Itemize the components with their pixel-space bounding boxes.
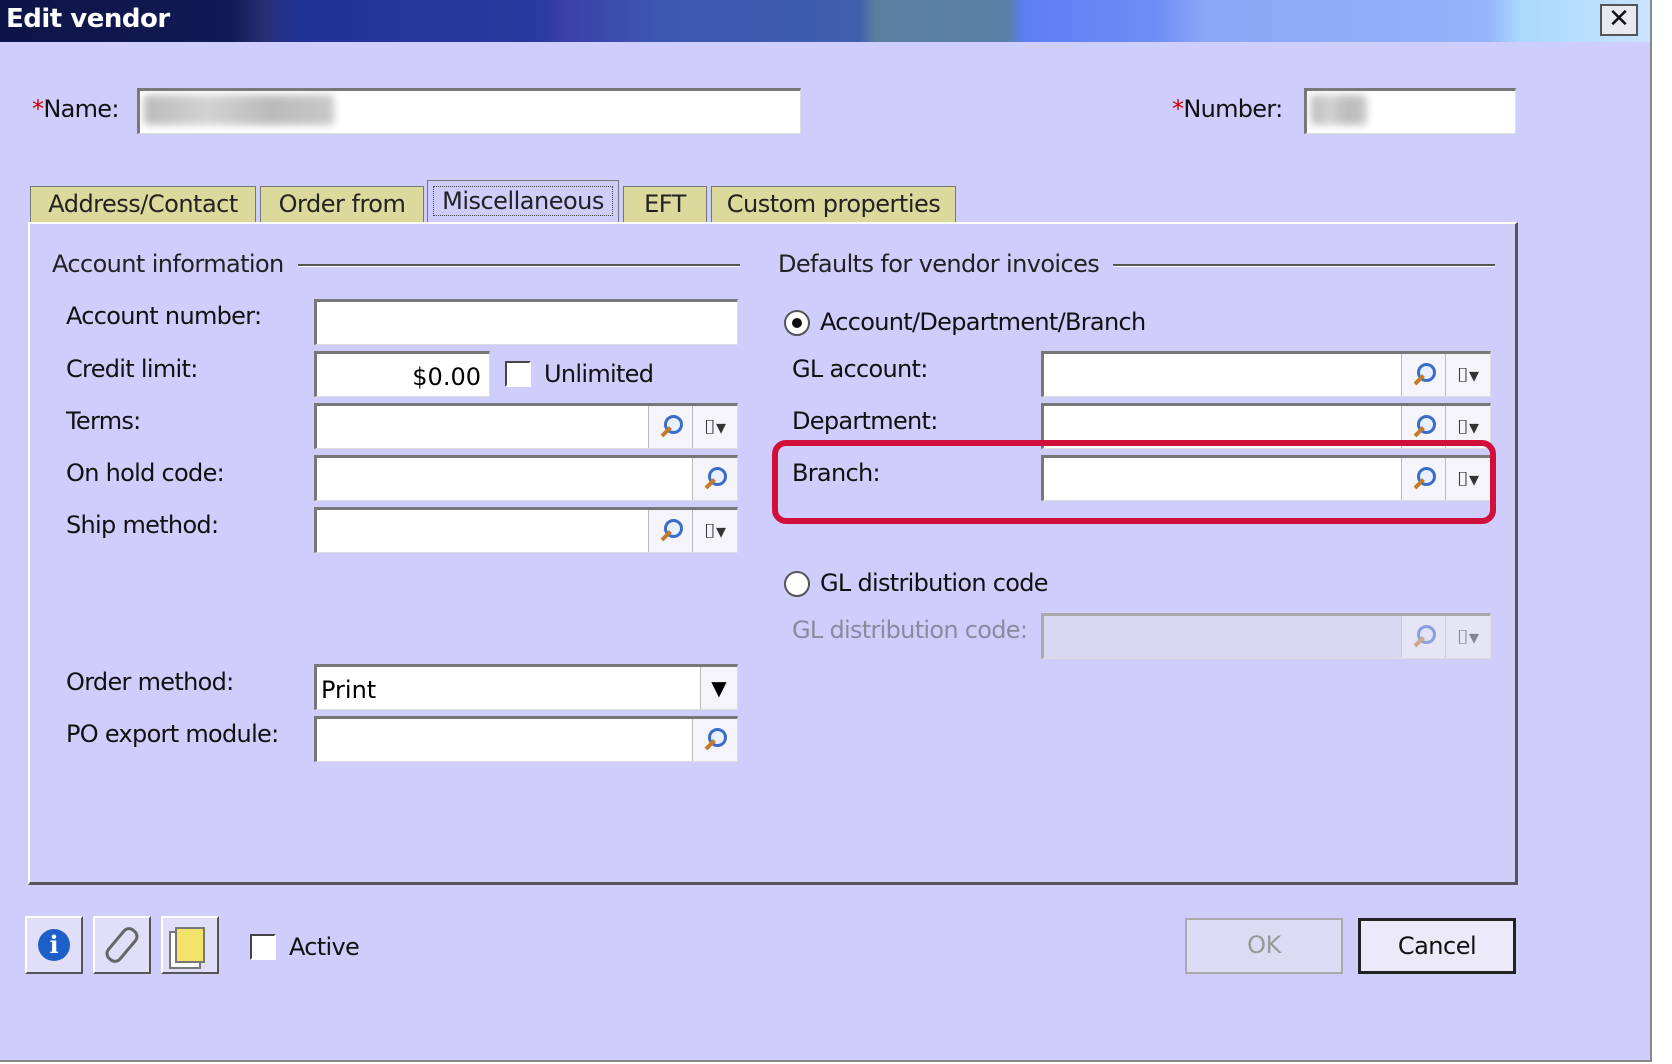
gl-distribution-code-radio[interactable]	[784, 571, 810, 597]
info-icon: i	[38, 929, 70, 961]
unlimited-checkbox[interactable]	[505, 361, 531, 387]
search-icon[interactable]	[692, 719, 737, 761]
ship-method-input[interactable]: ⌷▾	[314, 507, 738, 553]
dropdown-menu-icon[interactable]: ⌷▾	[692, 510, 737, 552]
search-icon[interactable]	[1401, 354, 1446, 396]
ok-button[interactable]: OK	[1185, 918, 1343, 974]
dropdown-menu-icon[interactable]: ⌷▾	[692, 406, 737, 448]
active-checkbox[interactable]	[250, 934, 276, 960]
gl-distribution-code-input: ⌷▾	[1041, 613, 1491, 659]
defaults-vendor-invoices-title: Defaults for vendor invoices	[778, 250, 1100, 278]
order-method-label: Order method:	[66, 668, 234, 696]
account-department-branch-radio[interactable]	[784, 310, 810, 336]
search-icon[interactable]	[648, 510, 693, 552]
credit-limit-label: Credit limit:	[66, 355, 198, 383]
po-export-module-input[interactable]	[314, 716, 738, 762]
notes-button[interactable]	[161, 916, 219, 974]
paperclip-icon	[102, 923, 142, 967]
account-department-branch-label: Account/Department/Branch	[820, 308, 1146, 336]
account-information-title: Account information	[52, 250, 284, 278]
tab-order-from[interactable]: Order from	[260, 186, 424, 222]
title-bar[interactable]: Edit vendor ✕	[0, 0, 1650, 42]
redacted-name	[144, 95, 334, 125]
gl-distribution-code-radio-label: GL distribution code	[820, 569, 1049, 597]
po-export-module-label: PO export module:	[66, 720, 279, 748]
name-label: *Name:	[32, 95, 119, 123]
order-method-select[interactable]: Print ▼	[314, 664, 738, 710]
unlimited-label: Unlimited	[544, 360, 654, 388]
tab-address-contact[interactable]: Address/Contact	[30, 186, 256, 222]
tab-miscellaneous[interactable]: Miscellaneous	[427, 180, 619, 224]
terms-input[interactable]: ⌷▾	[314, 403, 738, 449]
background-edge	[1652, 0, 1672, 1064]
attachment-button[interactable]	[93, 916, 151, 974]
gl-account-input[interactable]: ⌷▾	[1041, 351, 1491, 397]
name-input[interactable]	[137, 88, 801, 134]
department-label: Department:	[792, 407, 938, 435]
notes-icon	[175, 927, 205, 963]
number-label: *Number:	[1172, 95, 1283, 123]
tab-custom-properties[interactable]: Custom properties	[711, 186, 956, 222]
ship-method-label: Ship method:	[66, 511, 219, 539]
on-hold-code-label: On hold code:	[66, 459, 225, 487]
cancel-button[interactable]: Cancel	[1358, 918, 1516, 974]
redacted-number	[1311, 95, 1367, 125]
credit-limit-input[interactable]: $0.00	[314, 351, 490, 397]
info-button[interactable]: i	[25, 916, 83, 974]
edit-vendor-dialog: Edit vendor ✕ *Name: *Number: Address/Co…	[0, 0, 1652, 1062]
search-icon	[1401, 616, 1446, 658]
close-icon[interactable]: ✕	[1600, 4, 1638, 36]
number-input[interactable]	[1304, 88, 1516, 134]
branch-highlight-annotation	[772, 440, 1496, 524]
account-number-label: Account number:	[66, 302, 262, 330]
active-label: Active	[289, 933, 360, 961]
search-icon[interactable]	[692, 458, 737, 500]
chevron-down-icon[interactable]: ▼	[700, 667, 737, 709]
gl-distribution-code-label: GL distribution code:	[792, 616, 1028, 644]
dropdown-menu-icon[interactable]: ⌷▾	[1445, 354, 1490, 396]
window-title: Edit vendor	[6, 4, 170, 34]
search-icon[interactable]	[648, 406, 693, 448]
gl-account-label: GL account:	[792, 355, 928, 383]
dropdown-menu-icon: ⌷▾	[1445, 616, 1490, 658]
on-hold-code-input[interactable]	[314, 455, 738, 501]
tab-eft[interactable]: EFT	[623, 186, 707, 222]
account-number-input[interactable]	[314, 299, 738, 345]
account-group-divider	[298, 264, 740, 267]
defaults-group-divider	[1113, 264, 1495, 267]
terms-label: Terms:	[66, 407, 141, 435]
order-method-value: Print	[321, 676, 377, 704]
tab-miscellaneous-label: Miscellaneous	[433, 186, 613, 216]
